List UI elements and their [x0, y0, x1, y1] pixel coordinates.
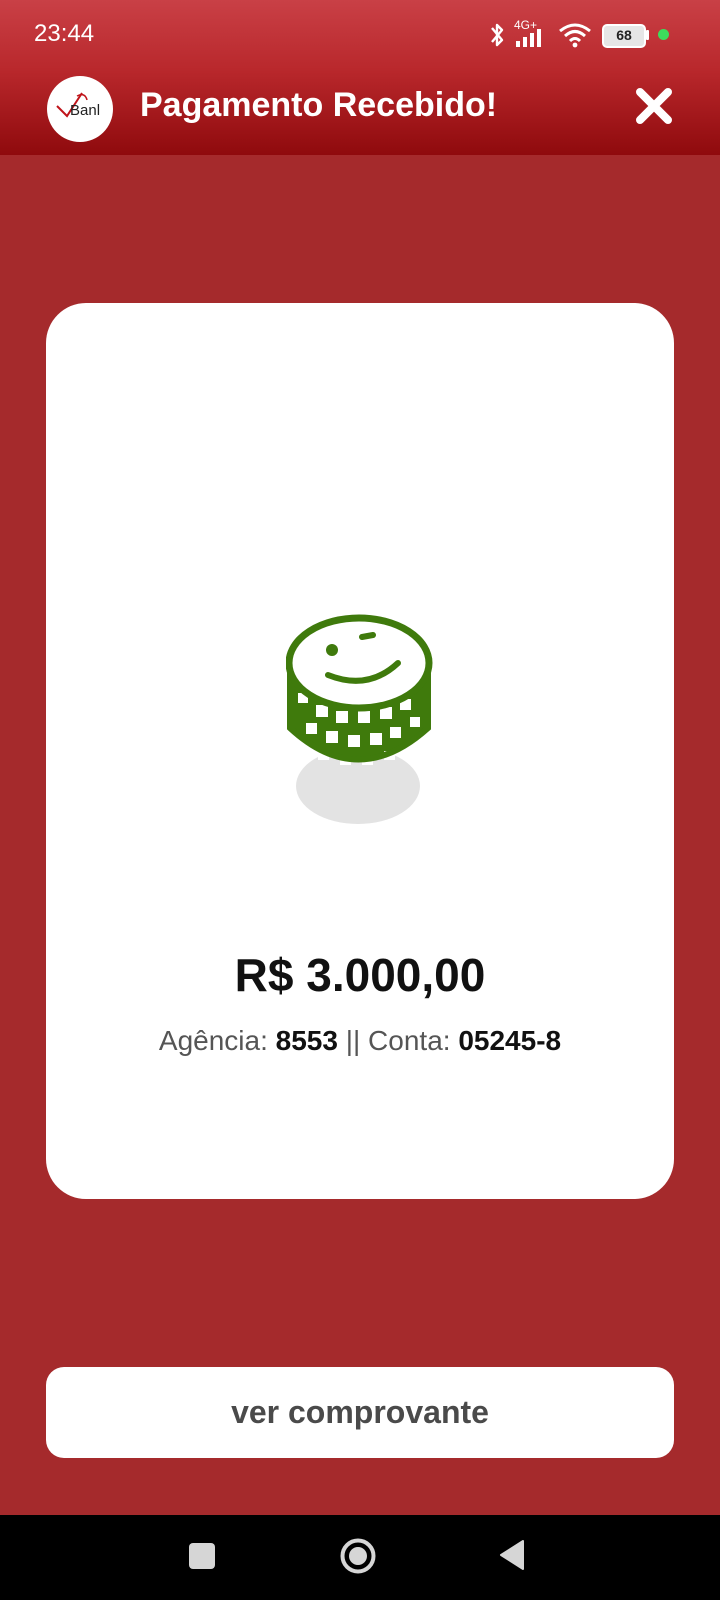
wifi-icon: [559, 23, 591, 48]
system-nav-bar: [0, 1515, 720, 1600]
back-icon: [500, 1540, 524, 1570]
payment-card: R$ 3.000,00 Agência: 8553 || Conta: 0524…: [46, 303, 674, 1199]
account-value: 05245-8: [458, 1025, 562, 1056]
smiling-coin-stack-icon: [285, 614, 433, 824]
home-button[interactable]: [339, 1537, 377, 1580]
app-header: 23:44 4G+ 68 Banl Pagamento Recebido!: [0, 0, 720, 155]
close-button[interactable]: [634, 86, 674, 126]
payment-amount: R$ 3.000,00: [234, 949, 486, 1001]
battery-level: 68: [616, 27, 632, 43]
signal-icon: [516, 29, 541, 47]
separator: ||: [345, 1025, 361, 1056]
recents-button[interactable]: [189, 1543, 215, 1574]
battery-tip: [646, 30, 649, 40]
view-receipt-button[interactable]: ver comprovante: [46, 1367, 674, 1458]
agency-label: Agência:: [158, 1025, 268, 1056]
coin-illustration: [285, 613, 436, 843]
status-icons: 4G+ 68: [486, 18, 686, 50]
recents-icon: [189, 1543, 215, 1569]
agency-value: 8553: [275, 1025, 338, 1056]
bank-logo: Banl: [47, 76, 113, 142]
page-title: Pagamento Recebido!: [140, 86, 498, 124]
privacy-dot-icon: [658, 29, 669, 40]
close-icon: [636, 88, 672, 124]
battery-icon: 68: [602, 24, 646, 48]
back-button[interactable]: [498, 1539, 526, 1576]
logo-text: Banl: [70, 102, 101, 119]
status-time: 23:44: [34, 20, 95, 47]
bluetooth-icon: [491, 23, 504, 47]
home-icon: [340, 1538, 376, 1574]
account-info: Agência: 8553 || Conta: 05245-8: [46, 1025, 674, 1057]
account-label: Conta:: [368, 1025, 451, 1056]
